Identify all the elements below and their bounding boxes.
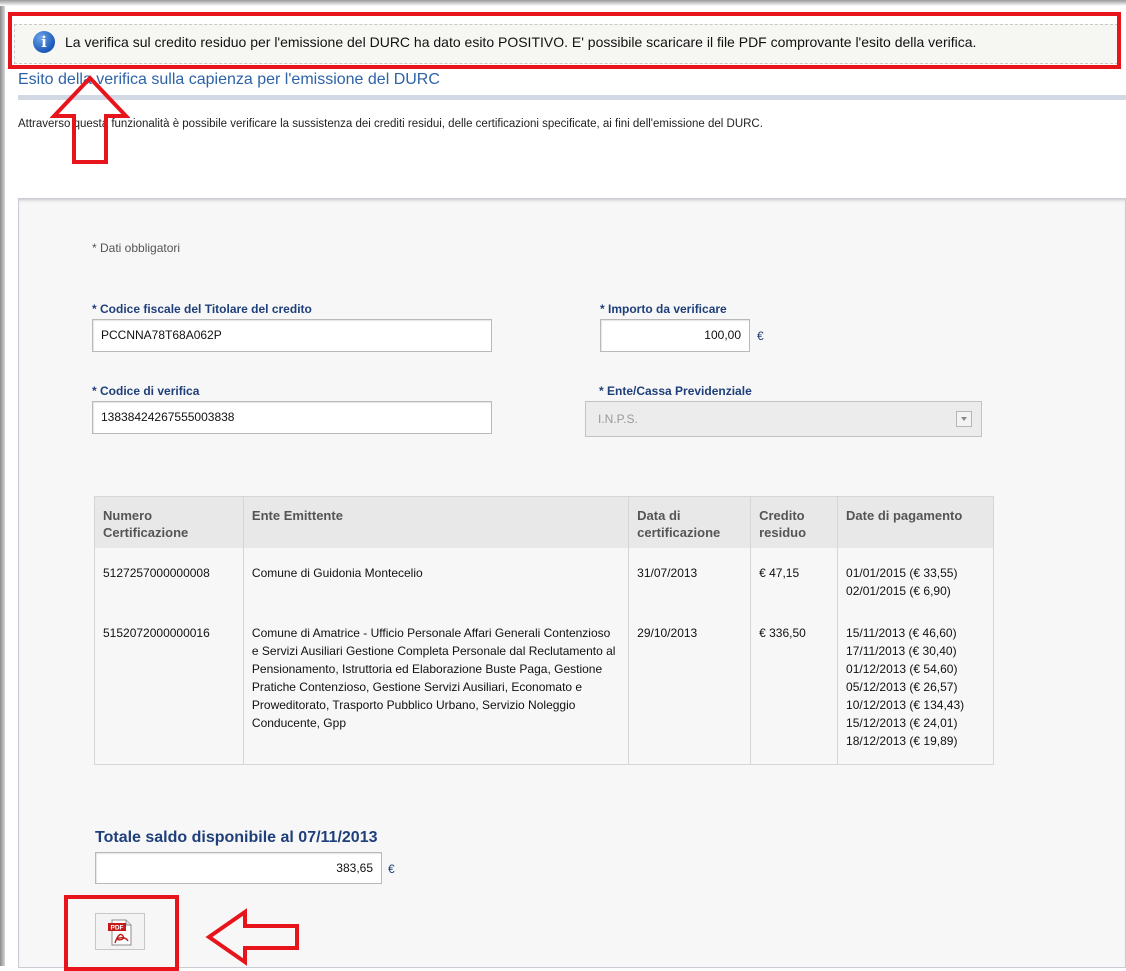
info-icon: i bbox=[33, 31, 55, 53]
table-row: 5127257000000008 Comune di Guidonia Mont… bbox=[94, 548, 994, 608]
window-top-shadow bbox=[0, 0, 1126, 6]
payment-date: 01/01/2015 (€ 33,55) bbox=[846, 566, 958, 580]
ente-emittente: Comune di Guidonia Montecelio bbox=[242, 548, 629, 608]
importo-label: * Importo da verificare bbox=[600, 302, 727, 316]
ente-label: * Ente/Cassa Previdenziale bbox=[599, 384, 752, 398]
column-header: Credito residuo bbox=[750, 496, 838, 548]
payment-date: 05/12/2013 (€ 26,57) bbox=[846, 680, 958, 694]
importo-currency: € bbox=[757, 329, 764, 343]
ente-emittente: Comune di Amatrice - Ufficio Personale A… bbox=[242, 608, 629, 765]
data-certificazione: 29/10/2013 bbox=[628, 608, 751, 765]
codice-verifica-input[interactable]: 13838424267555003838 bbox=[92, 401, 492, 434]
page-description: Attraverso questa funzionalità è possibi… bbox=[18, 118, 763, 130]
pdf-file-icon: PDF bbox=[108, 919, 132, 946]
importo-input[interactable]: 100,00 bbox=[600, 319, 750, 352]
ente-select-value: I.N.P.S. bbox=[598, 412, 638, 426]
payment-date: 02/01/2015 (€ 6,90) bbox=[846, 584, 951, 598]
codice-fiscale-label: * Codice fiscale del Titolare del credit… bbox=[92, 302, 312, 316]
column-header: Numero Certificazione bbox=[94, 496, 244, 548]
payment-date: 17/11/2013 (€ 30,40) bbox=[846, 644, 957, 658]
required-fields-note: * Dati obbligatori bbox=[92, 241, 181, 255]
window-edge bbox=[0, 0, 5, 966]
numero-certificazione: 5127257000000008 bbox=[94, 548, 244, 608]
date-pagamento: 15/11/2013 (€ 46,60) 17/11/2013 (€ 30,40… bbox=[837, 608, 994, 765]
date-pagamento: 01/01/2015 (€ 33,55) 02/01/2015 (€ 6,90) bbox=[837, 548, 994, 608]
column-header: Data di certificazione bbox=[628, 496, 751, 548]
numero-certificazione: 5152072000000016 bbox=[94, 608, 244, 765]
payment-date: 18/12/2013 (€ 19,89) bbox=[846, 734, 958, 748]
title-divider bbox=[18, 95, 1126, 100]
column-header: Ente Emittente bbox=[242, 496, 629, 548]
notice-message: La verifica sul credito residuo per l'em… bbox=[65, 34, 977, 50]
totale-saldo-value: 383,65 bbox=[95, 852, 382, 884]
pdf-badge-text: PDF bbox=[111, 925, 124, 932]
codice-fiscale-input[interactable]: PCCNNA78T68A062P bbox=[92, 319, 492, 352]
data-certificazione: 31/07/2013 bbox=[628, 548, 751, 608]
credito-residuo: € 47,15 bbox=[750, 548, 838, 608]
page-title: Esito della verifica sulla capienza per … bbox=[18, 71, 440, 88]
payment-date: 10/12/2013 (€ 134,43) bbox=[846, 698, 965, 712]
payment-date: 01/12/2013 (€ 54,60) bbox=[846, 662, 958, 676]
table-row: 5152072000000016 Comune di Amatrice - Uf… bbox=[94, 608, 994, 765]
credito-residuo: € 336,50 bbox=[750, 608, 838, 765]
certifications-table: Numero Certificazione Ente Emittente Dat… bbox=[94, 496, 994, 765]
totale-saldo-label: Totale saldo disponibile al 07/11/2013 bbox=[95, 829, 378, 846]
chevron-down-icon[interactable] bbox=[956, 411, 972, 427]
column-header: Date di pagamento bbox=[837, 496, 994, 548]
ente-select[interactable]: I.N.P.S. bbox=[585, 401, 982, 437]
table-header-row: Numero Certificazione Ente Emittente Dat… bbox=[94, 496, 994, 548]
payment-date: 15/11/2013 (€ 46,60) bbox=[846, 626, 957, 640]
payment-date: 15/12/2013 (€ 24,01) bbox=[846, 716, 958, 730]
codice-verifica-label: * Codice di verifica bbox=[92, 384, 200, 398]
download-pdf-button[interactable]: PDF bbox=[95, 913, 145, 950]
success-notice: i La verifica sul credito residuo per l'… bbox=[14, 24, 1118, 64]
totale-currency: € bbox=[388, 862, 395, 876]
